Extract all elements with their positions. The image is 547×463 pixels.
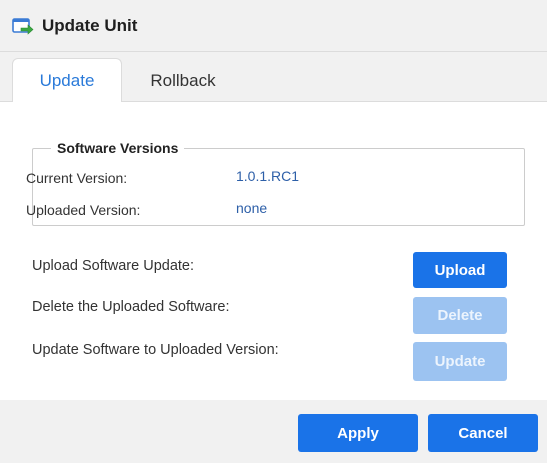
current-version-value: 1.0.1.RC1 [236,168,300,184]
dialog-footer: Apply Cancel [0,400,547,463]
update-software-label: Update Software to Uploaded Version: [32,342,279,358]
tab-bar: Update Rollback [0,52,547,103]
tab-update[interactable]: Update [12,58,122,103]
tab-rollback[interactable]: Rollback [128,58,238,103]
update-button[interactable]: Update [413,342,507,381]
cancel-button[interactable]: Cancel [428,414,538,452]
uploaded-version-value: none [236,200,268,216]
window-title: Update Unit [42,15,138,35]
apply-button[interactable]: Apply [298,414,418,452]
software-versions-legend: Software Versions [57,140,179,156]
uploaded-version-label: Uploaded Version: [26,202,141,218]
upload-software-label: Upload Software Update: [32,258,195,274]
delete-software-label: Delete the Uploaded Software: [32,299,230,315]
upload-button[interactable]: Upload [413,252,507,288]
current-version-label: Current Version: [26,170,128,186]
update-tab-panel: Software Versions Current Version: 1.0.1… [12,102,547,400]
delete-button[interactable]: Delete [413,297,507,334]
update-unit-icon [12,17,34,35]
window-titlebar: Update Unit [0,0,547,52]
